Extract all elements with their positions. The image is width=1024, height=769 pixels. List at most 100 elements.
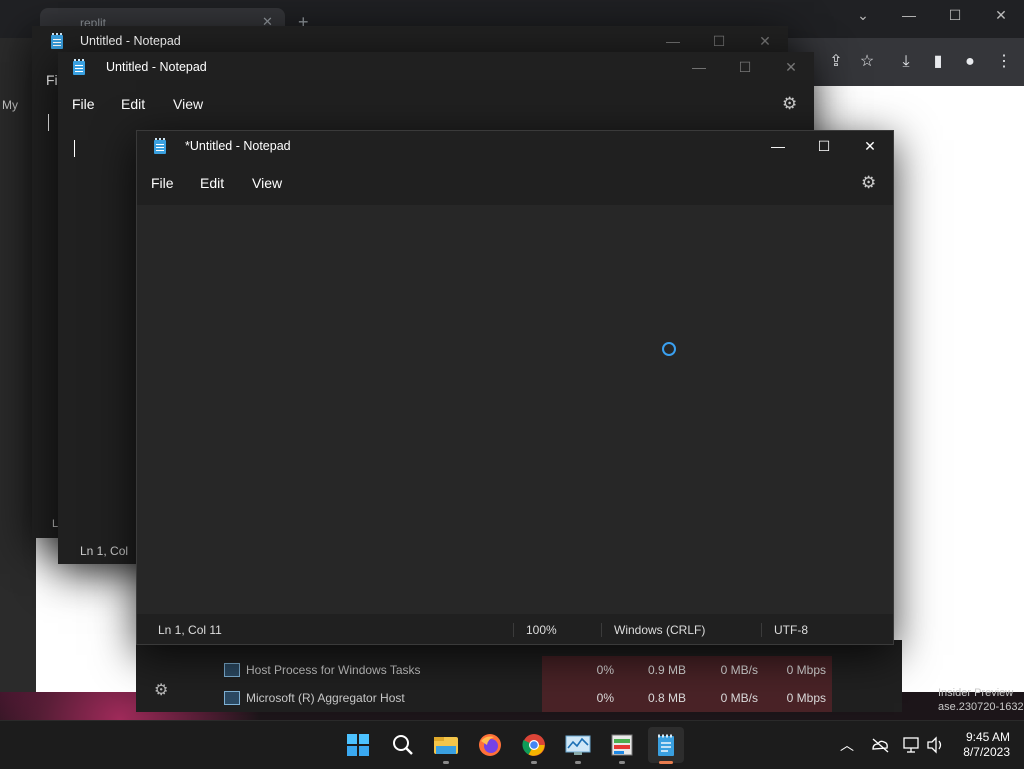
close-button[interactable]: ✕ (847, 131, 893, 161)
memory-value: 0.9 MB (620, 656, 692, 684)
maximize-button[interactable]: ☐ (722, 52, 768, 82)
status-separator (601, 623, 602, 637)
firefox-icon (479, 734, 501, 756)
memory-value: 0.8 MB (620, 684, 692, 712)
cpu-value: 0% (542, 684, 620, 712)
search-button[interactable] (385, 727, 421, 763)
busy-spinner-icon (662, 342, 676, 356)
process-icon (224, 691, 240, 705)
notepad-window-front[interactable]: *Untitled - Notepad — ☐ ✕ File Edit View… (136, 130, 894, 645)
status-position: Ln 1, Col 11 (158, 623, 222, 637)
performance-monitor-icon (565, 735, 591, 755)
menu-view[interactable]: View (173, 96, 203, 112)
maximize-button[interactable]: ☐ (801, 131, 847, 161)
running-indicator (659, 761, 673, 764)
browser-close-button[interactable]: ✕ (978, 0, 1024, 30)
status-line-ending: Windows (CRLF) (614, 623, 706, 637)
network-value: 0 Mbps (764, 684, 832, 712)
performance-monitor-button[interactable] (560, 727, 596, 764)
watermark-line: ase.230720-1632 (938, 701, 1024, 713)
window-title: Untitled - Notepad (80, 34, 181, 48)
cpu-value: 0% (542, 656, 620, 684)
running-indicator (531, 761, 537, 764)
download-icon[interactable]: ⤓ (896, 52, 916, 72)
disk-value: 0 MB/s (692, 684, 764, 712)
menu-edit[interactable]: Edit (200, 175, 224, 191)
network-value: 0 Mbps (764, 656, 832, 684)
show-hidden-icons-chevron-icon[interactable]: ︿ (840, 721, 854, 769)
task-manager-icon (611, 734, 633, 756)
status-bar: Ln 1, Col 11 100% Windows (CRLF) UTF-8 (137, 614, 893, 644)
process-icon (224, 663, 240, 677)
menu-bar: File Edit View ⚙ (137, 161, 893, 205)
chrome-icon (522, 734, 545, 756)
running-indicator (619, 761, 625, 764)
insider-watermark: Insider Preview ase.230720-1632 (938, 686, 1024, 714)
status-encoding: UTF-8 (774, 623, 808, 637)
text-caret (74, 140, 75, 157)
notepad-icon (658, 734, 674, 756)
more-menu-icon[interactable]: ⋮ (994, 52, 1014, 72)
side-panel-icon[interactable]: ▮ (928, 52, 948, 72)
running-indicator (575, 761, 581, 764)
running-indicator (443, 761, 449, 764)
browser-side-text: My (2, 98, 18, 112)
task-manager-window: Host Process for Windows Tasks 0% 0.9 MB… (136, 640, 902, 712)
text-editor-area[interactable] (137, 205, 893, 614)
menu-bar: File Edit View ⚙ (58, 82, 814, 126)
file-explorer-icon (434, 737, 458, 754)
search-icon (393, 735, 413, 755)
browser-minimize-button[interactable]: — (886, 0, 932, 30)
menu-edit[interactable]: Edit (121, 96, 145, 112)
process-name: Microsoft (R) Aggregator Host (246, 691, 405, 705)
settings-gear-icon[interactable]: ⚙ (782, 94, 797, 114)
status-separator (761, 623, 762, 637)
file-explorer-button[interactable] (428, 727, 464, 764)
menu-file[interactable]: File (72, 96, 95, 112)
table-row[interactable]: Microsoft (R) Aggregator Host 0% 0.8 MB … (136, 684, 902, 712)
volume-icon[interactable] (926, 735, 946, 755)
firefox-button[interactable] (472, 727, 508, 763)
network-icon[interactable] (902, 735, 922, 755)
browser-maximize-button[interactable]: ☐ (932, 0, 978, 30)
process-name: Host Process for Windows Tasks (246, 663, 421, 677)
profile-icon[interactable]: ● (960, 52, 980, 72)
notepad-titlebar[interactable]: *Untitled - Notepad — ☐ ✕ (137, 131, 893, 161)
start-button[interactable] (340, 727, 376, 763)
chrome-button[interactable] (516, 727, 552, 764)
watermark-line: Insider Preview (938, 687, 1014, 699)
table-row[interactable]: Host Process for Windows Tasks 0% 0.9 MB… (136, 656, 902, 684)
disk-value: 0 MB/s (692, 656, 764, 684)
share-icon[interactable]: ⇪ (826, 52, 846, 72)
text-caret (48, 114, 49, 131)
window-title: *Untitled - Notepad (185, 139, 291, 153)
minimize-button[interactable]: — (755, 131, 801, 161)
menu-view[interactable]: View (252, 175, 282, 191)
bookmark-star-icon[interactable]: ☆ (857, 52, 877, 72)
task-manager-button[interactable] (604, 727, 640, 764)
clock-date: 8/7/2023 (963, 745, 1010, 759)
notepad-button[interactable] (648, 727, 684, 764)
notepad-icon (72, 59, 86, 75)
browser-tab-search-icon[interactable]: ⌄ (840, 0, 886, 30)
menu-file[interactable]: File (151, 175, 174, 191)
start-icon (347, 734, 369, 756)
notepad-icon (153, 138, 167, 154)
status-zoom: 100% (526, 623, 557, 637)
notepad-icon (50, 33, 64, 49)
taskbar: ︿ 9:45 AM 8/7/2023 (0, 720, 1024, 769)
browser-window-controls: ⌄ — ☐ ✕ (840, 0, 1024, 30)
status-separator (513, 623, 514, 637)
notepad-titlebar[interactable]: Untitled - Notepad — ☐ ✕ (58, 52, 814, 82)
onedrive-offline-icon[interactable] (870, 735, 890, 755)
status-position: Ln 1, Col (80, 544, 129, 558)
clock-time: 9:45 AM (965, 730, 1010, 744)
minimize-button[interactable]: — (676, 52, 722, 82)
browser-left-strip: My (0, 38, 36, 692)
system-clock[interactable]: 9:45 AM 8/7/2023 (963, 730, 1010, 760)
settings-gear-icon[interactable]: ⚙ (861, 173, 876, 193)
close-button[interactable]: ✕ (768, 52, 814, 82)
menu-file[interactable]: Fi (46, 72, 58, 88)
task-manager-settings-icon[interactable]: ⚙ (154, 680, 168, 700)
window-title: Untitled - Notepad (106, 60, 207, 74)
